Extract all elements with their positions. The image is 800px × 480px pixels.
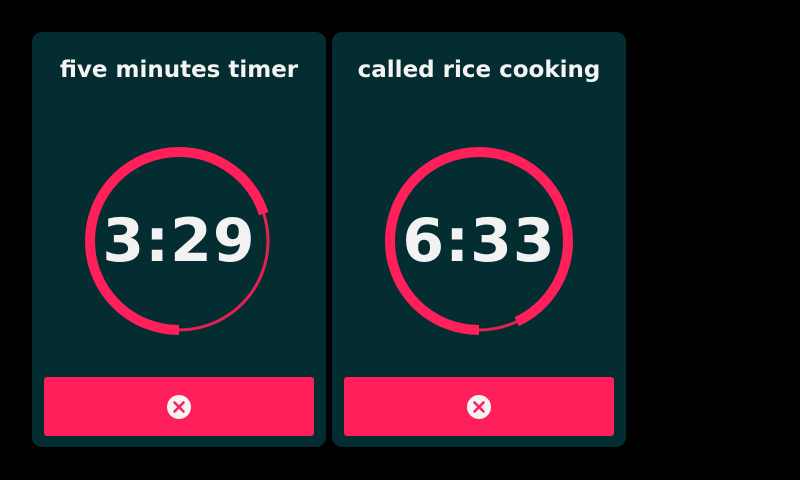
timer-remaining-time: 3:29 — [102, 206, 256, 276]
close-circle-icon — [466, 394, 492, 420]
timer-title: five minutes timer — [59, 57, 299, 83]
timer-screen: five minutes timer 3:29 called rice cook… — [0, 0, 800, 480]
close-circle-icon — [166, 394, 192, 420]
timer-progress-ring: 6:33 — [385, 147, 573, 335]
cancel-timer-button[interactable] — [44, 377, 314, 436]
cancel-timer-button[interactable] — [344, 377, 614, 436]
timer-title: called rice cooking — [357, 57, 601, 83]
timer-card: called rice cooking 6:33 — [332, 32, 626, 447]
timer-remaining-time: 6:33 — [402, 206, 556, 276]
timer-progress-ring: 3:29 — [85, 147, 273, 335]
timer-card: five minutes timer 3:29 — [32, 32, 326, 447]
